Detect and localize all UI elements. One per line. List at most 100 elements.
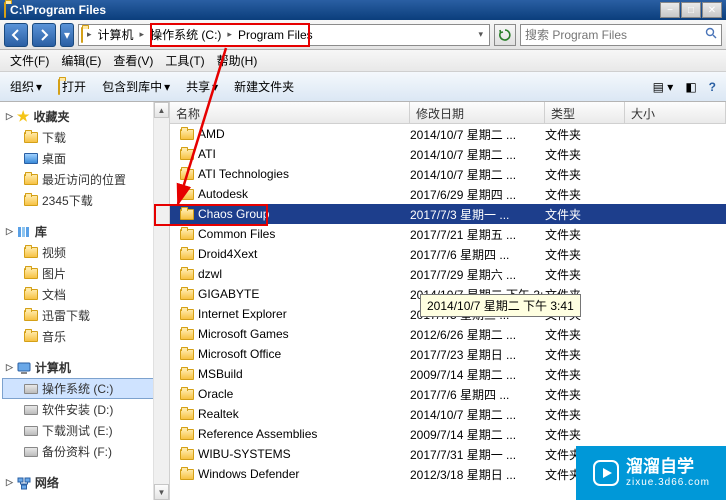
include-button[interactable]: 包含到库中 ▾ (98, 76, 174, 97)
sidebar-computer-header[interactable]: ▷ 计算机 (2, 357, 167, 378)
table-row[interactable]: Realtek2014/10/7 星期二 ...文件夹 (170, 404, 726, 424)
sidebar-item-2345[interactable]: 2345下载 (2, 190, 167, 211)
address-bar[interactable]: ▸ 计算机 ▸ 操作系统 (C:) ▸ Program Files ▾ (78, 24, 490, 46)
sidebar-item-xunlei[interactable]: 迅雷下载 (2, 305, 167, 326)
sidebar: ▲ ▼ ▷ ★ 收藏夹 下载 桌面 最近访问的位置 2345下载 ▷ 库 视频 … (0, 102, 170, 500)
organize-button[interactable]: 组织 ▾ (6, 76, 46, 97)
file-name: Reference Assemblies (198, 427, 317, 441)
collapse-icon[interactable]: ▷ (6, 477, 13, 488)
computer-label: 计算机 (35, 359, 71, 376)
table-row[interactable]: Microsoft Games 2012/6/26 星期二 ...文件夹 (170, 324, 726, 344)
sidebar-item-downloads[interactable]: 下载 (2, 127, 167, 148)
menu-file[interactable]: 文件(F) (4, 52, 55, 69)
file-date: 2009/7/14 星期二 ... (410, 366, 545, 383)
drive-icon (24, 384, 38, 394)
sidebar-item-recent[interactable]: 最近访问的位置 (2, 169, 167, 190)
share-button[interactable]: 共享 ▾ (182, 76, 222, 97)
back-button[interactable] (4, 23, 28, 47)
table-row[interactable]: Common Files2017/7/21 星期五 ...文件夹 (170, 224, 726, 244)
menu-view[interactable]: 查看(V) (107, 52, 159, 69)
table-row[interactable]: Chaos Group2017/7/3 星期一 ...文件夹 (170, 204, 726, 224)
breadcrumb-drive[interactable]: 操作系统 (C:) (146, 25, 225, 45)
close-button[interactable]: ✕ (702, 2, 722, 18)
sidebar-item-drive-d[interactable]: 软件安装 (D:) (2, 399, 167, 420)
sidebar-item-drive-e[interactable]: 下载测试 (E:) (2, 420, 167, 441)
favorites-label: 收藏夹 (33, 108, 69, 125)
refresh-button[interactable] (494, 24, 516, 46)
open-button[interactable]: 打开 (54, 76, 90, 97)
view-mode-button[interactable]: ▤ ▾ (649, 78, 678, 96)
preview-pane-button[interactable]: ◧ (681, 78, 700, 96)
file-date: 2017/7/3 星期一 ... (410, 206, 545, 223)
menu-tools[interactable]: 工具(T) (159, 52, 210, 69)
table-row[interactable]: ATI2014/10/7 星期二 ...文件夹 (170, 144, 726, 164)
chevron-right-icon[interactable]: ▸ (138, 29, 147, 40)
collapse-icon[interactable]: ▷ (6, 111, 13, 122)
sidebar-network-header[interactable]: ▷ 网络 (2, 472, 167, 493)
file-date: 2012/3/18 星期日 ... (410, 466, 545, 483)
table-row[interactable]: Reference Assemblies2009/7/14 星期二 ...文件夹 (170, 424, 726, 444)
file-name: AMD (198, 127, 225, 141)
file-type: 文件夹 (545, 166, 625, 183)
sidebar-item-music[interactable]: 音乐 (2, 326, 167, 347)
library-icon (17, 225, 31, 239)
table-row[interactable]: AMD2014/10/7 星期二 ...文件夹 (170, 124, 726, 144)
history-dropdown[interactable]: ▾ (60, 23, 74, 47)
folder-icon (180, 289, 194, 300)
desktop-icon (24, 153, 38, 164)
minimize-button[interactable]: − (660, 2, 680, 18)
column-name[interactable]: 名称 (170, 102, 410, 123)
search-input[interactable] (525, 28, 705, 42)
help-button[interactable]: ? (705, 78, 720, 96)
maximize-button[interactable]: □ (681, 2, 701, 18)
file-name: Internet Explorer (198, 307, 287, 321)
file-date: 2014/10/7 星期二 ... (410, 166, 545, 183)
folder-icon (180, 229, 194, 240)
sidebar-item-videos[interactable]: 视频 (2, 242, 167, 263)
collapse-icon[interactable]: ▷ (6, 226, 13, 237)
file-name: Microsoft Games (198, 327, 289, 341)
table-row[interactable]: MSBuild2009/7/14 星期二 ...文件夹 (170, 364, 726, 384)
libraries-label: 库 (35, 223, 47, 240)
file-type: 文件夹 (545, 326, 625, 343)
scroll-up-icon[interactable]: ▲ (154, 102, 169, 118)
file-date: 2017/7/29 星期六 ... (410, 266, 545, 283)
sidebar-item-pictures[interactable]: 图片 (2, 263, 167, 284)
collapse-icon[interactable]: ▷ (6, 362, 13, 373)
file-list[interactable]: AMD2014/10/7 星期二 ...文件夹ATI2014/10/7 星期二 … (170, 124, 726, 500)
sidebar-item-desktop[interactable]: 桌面 (2, 148, 167, 169)
search-box[interactable] (520, 24, 722, 46)
column-size[interactable]: 大小 (625, 102, 726, 123)
breadcrumb-computer[interactable]: 计算机 (94, 25, 138, 45)
scroll-down-icon[interactable]: ▼ (154, 484, 169, 500)
folder-icon (180, 369, 194, 380)
open-icon (58, 80, 60, 94)
sidebar-libraries-header[interactable]: ▷ 库 (2, 221, 167, 242)
column-type[interactable]: 类型 (545, 102, 625, 123)
table-row[interactable]: dzwl2017/7/29 星期六 ...文件夹 (170, 264, 726, 284)
address-dropdown-icon[interactable]: ▾ (472, 29, 489, 40)
chevron-right-icon[interactable]: ▸ (85, 29, 94, 40)
sidebar-favorites-header[interactable]: ▷ ★ 收藏夹 (2, 106, 167, 127)
menu-help[interactable]: 帮助(H) (211, 52, 264, 69)
sidebar-item-drive-f[interactable]: 备份资料 (F:) (2, 441, 167, 462)
table-row[interactable]: ATI Technologies2014/10/7 星期二 ...文件夹 (170, 164, 726, 184)
recent-icon (24, 174, 38, 185)
forward-button[interactable] (32, 23, 56, 47)
sidebar-scrollbar[interactable]: ▲ ▼ (153, 102, 169, 500)
table-row[interactable]: Autodesk2017/6/29 星期四 ...文件夹 (170, 184, 726, 204)
menu-edit[interactable]: 编辑(E) (55, 52, 107, 69)
file-type: 文件夹 (545, 346, 625, 363)
chevron-right-icon[interactable]: ▸ (225, 29, 234, 40)
sidebar-item-documents[interactable]: 文档 (2, 284, 167, 305)
file-date: 2012/6/26 星期二 ... (410, 326, 545, 343)
file-type: 文件夹 (545, 246, 625, 263)
breadcrumb-folder[interactable]: Program Files (234, 25, 317, 45)
file-date: 2017/7/23 星期日 ... (410, 346, 545, 363)
table-row[interactable]: Droid4Xext2017/7/6 星期四 ...文件夹 (170, 244, 726, 264)
table-row[interactable]: Microsoft Office2017/7/23 星期日 ...文件夹 (170, 344, 726, 364)
column-date[interactable]: 修改日期 (410, 102, 545, 123)
newfolder-button[interactable]: 新建文件夹 (230, 76, 298, 97)
sidebar-item-drive-c[interactable]: 操作系统 (C:) (2, 378, 167, 399)
table-row[interactable]: Oracle2017/7/6 星期四 ...文件夹 (170, 384, 726, 404)
